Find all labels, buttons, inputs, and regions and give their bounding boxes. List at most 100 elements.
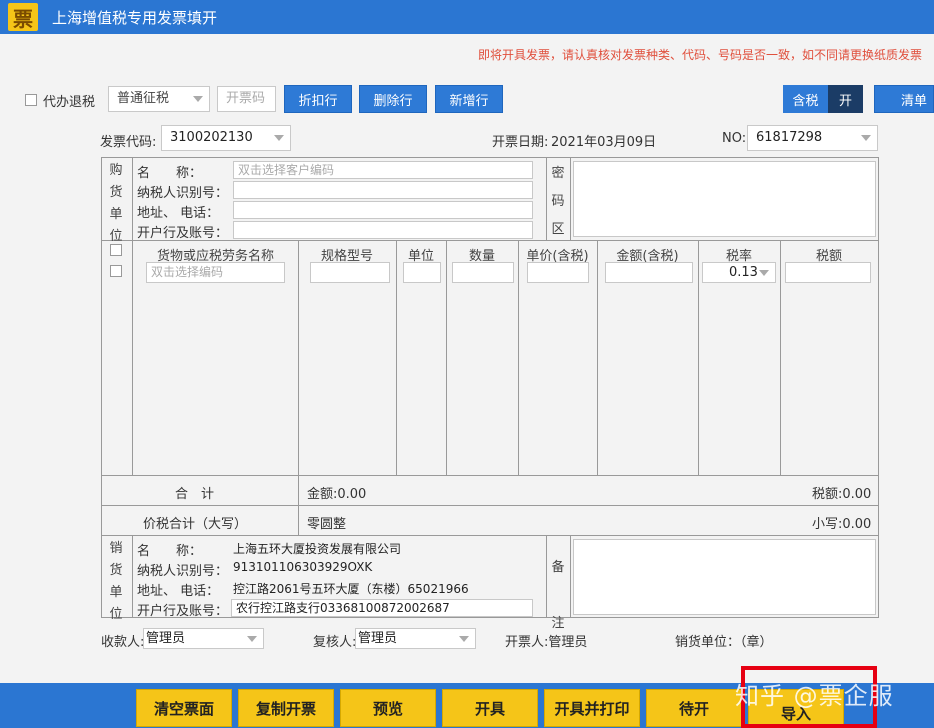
notice-text: 即将开具发票，请认真核对发票种类、代码、号码是否一致，如不同请更换纸质发票	[477, 48, 922, 62]
invoice-no-value: 61817298	[756, 130, 823, 145]
reviewer-value: 管理员	[358, 631, 398, 646]
seller-seal-text: 销货单位：（章）	[675, 635, 773, 650]
divider	[132, 535, 133, 618]
unit-price-input[interactable]	[527, 262, 589, 283]
invoice-code-input[interactable]: 开票码	[217, 86, 276, 112]
invoice-no-select[interactable]: 61817298	[747, 125, 878, 151]
reviewer-select[interactable]: 管理员	[355, 628, 476, 649]
amount-input[interactable]	[605, 262, 693, 283]
seller-taxid-label: 纳税人识别号：	[137, 564, 229, 579]
buyer-name-input[interactable]: 双击选择客户编码	[233, 161, 533, 179]
delete-row-button[interactable]: 删除行	[359, 85, 427, 113]
reviewer-label: 复核人:	[313, 635, 357, 650]
chevron-down-icon	[247, 636, 257, 642]
divider	[101, 475, 879, 476]
seller-name-value: 上海五环大厦投资发展有限公司	[233, 542, 402, 556]
list-button[interactable]: 清单	[874, 85, 934, 113]
divider	[396, 240, 397, 475]
row-checkbox[interactable]	[110, 265, 122, 277]
invoice-date-value: 2021年03月09日	[551, 135, 657, 150]
chevron-down-icon	[861, 135, 871, 141]
window-title: 上海增值税专用发票填开	[52, 8, 218, 27]
seller-name-label: 名 称：	[137, 544, 203, 559]
divider	[518, 240, 519, 475]
title-bar: 票 上海增值税专用发票填开	[0, 0, 934, 34]
seller-addr-label: 地址、 电话：	[137, 584, 220, 599]
divider	[780, 240, 781, 475]
chevron-down-icon	[193, 96, 203, 102]
app-logo-icon: 票	[8, 3, 38, 31]
divider	[101, 505, 879, 506]
payee-select[interactable]: 管理员	[143, 628, 264, 649]
seller-taxid-value: 913101106303929OXK	[233, 560, 373, 574]
copy-invoice-button[interactable]: 复制开票	[238, 689, 334, 727]
add-row-button[interactable]: 新增行	[435, 85, 503, 113]
issue-button[interactable]: 开具	[442, 689, 538, 727]
divider	[101, 535, 879, 536]
tax-total-label: 价税合计（大写）	[143, 517, 248, 532]
tax-included-on[interactable]: 开	[828, 85, 863, 113]
tax-amount-input[interactable]	[785, 262, 871, 283]
seller-bank-label: 开户行及账号：	[137, 604, 229, 619]
invoice-code-value: 3100202130	[170, 130, 253, 145]
invoice-no-label: NO:	[722, 131, 747, 146]
buyer-taxid-label: 纳税人识别号：	[137, 186, 229, 201]
divider	[132, 240, 133, 475]
buyer-name-label: 名 称：	[137, 166, 203, 181]
discount-row-button[interactable]: 折扣行	[284, 85, 352, 113]
buyer-bank-input[interactable]	[233, 221, 533, 239]
divider	[446, 240, 447, 475]
tax-rate-select[interactable]: 0.13	[702, 262, 776, 283]
buyer-addr-label: 地址、 电话：	[137, 206, 220, 221]
pending-button[interactable]: 待开	[646, 689, 742, 727]
payee-label: 收款人:	[101, 635, 145, 650]
buyer-taxid-input[interactable]	[233, 181, 533, 199]
divider	[298, 475, 299, 535]
select-all-checkbox[interactable]	[110, 244, 122, 256]
chevron-down-icon	[274, 135, 284, 141]
buyer-side-label: 购货单位	[109, 163, 123, 244]
proxy-refund-checkbox[interactable]	[25, 94, 37, 106]
spec-input[interactable]	[310, 262, 390, 283]
preview-button[interactable]: 预览	[340, 689, 436, 727]
total-tax: 税额:0.00	[812, 487, 872, 502]
payee-value: 管理员	[146, 631, 186, 646]
tax-type-value: 普通征税	[117, 91, 170, 106]
total-amount: 金额:0.00	[307, 487, 367, 502]
goods-name-input[interactable]: 双击选择编码	[146, 262, 285, 283]
proxy-refund-label: 代办退税	[43, 95, 96, 110]
divider	[132, 157, 133, 240]
chevron-down-icon	[759, 270, 769, 276]
buyer-addr-input[interactable]	[233, 201, 533, 219]
password-area-label: 密码区	[551, 166, 565, 237]
tax-included-toggle[interactable]: 含税	[783, 85, 828, 113]
divider	[546, 157, 547, 240]
tax-total-upper: 零圆整	[307, 517, 347, 532]
issue-and-print-button[interactable]: 开具并打印	[544, 689, 640, 727]
total-label: 合 计	[175, 487, 215, 502]
divider	[546, 535, 547, 618]
buyer-bank-label: 开户行及账号：	[137, 226, 229, 241]
divider	[597, 240, 598, 475]
tax-type-select[interactable]: 普通征税	[108, 86, 210, 112]
unit-input[interactable]	[403, 262, 441, 283]
divider	[570, 157, 571, 240]
quantity-input[interactable]	[452, 262, 514, 283]
remark-area[interactable]	[573, 539, 876, 615]
divider	[298, 240, 299, 475]
divider	[698, 240, 699, 475]
clear-invoice-button[interactable]: 清空票面	[136, 689, 232, 727]
password-area	[573, 161, 876, 237]
seller-addr-value: 控江路2061号五环大厦（东楼）65021966	[233, 582, 469, 596]
invoice-code-select[interactable]: 3100202130	[161, 125, 291, 151]
invoice-code-label: 发票代码:	[100, 135, 157, 150]
watermark-text: 知乎 @票企服	[735, 682, 894, 710]
drawer-text: 开票人:管理员	[505, 635, 588, 650]
divider	[570, 535, 571, 618]
chevron-down-icon	[459, 636, 469, 642]
seller-bank-input[interactable]: 农行控江路支行03368100872002687	[231, 599, 533, 617]
invoice-date-label: 开票日期:	[492, 135, 549, 150]
tax-total-lower: 小写:0.00	[812, 517, 872, 532]
tax-rate-value: 0.13	[729, 265, 758, 280]
seller-side-label: 销货单位	[109, 541, 123, 622]
